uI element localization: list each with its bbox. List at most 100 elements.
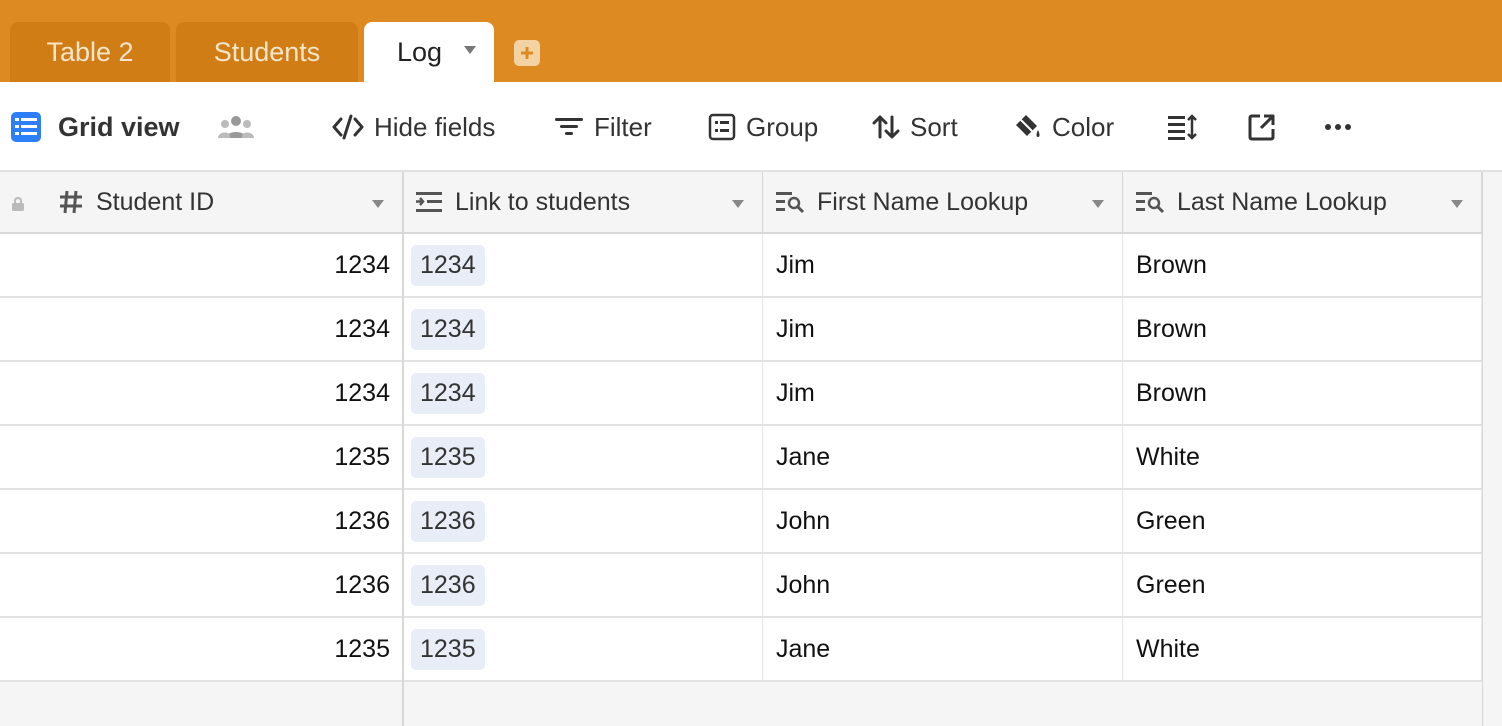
table-row[interactable]: 1235 1235 Jane White xyxy=(0,618,1482,682)
column-name: Link to students xyxy=(455,187,631,216)
grid-right-gutter xyxy=(1482,172,1502,726)
column-header-first-name-lookup[interactable]: First Name Lookup xyxy=(763,172,1123,234)
link-cell[interactable]: 1236 xyxy=(403,490,763,552)
student-id-cell[interactable]: 1234 xyxy=(0,362,403,424)
color-button[interactable]: Color xyxy=(1012,82,1114,172)
grid-footer[interactable] xyxy=(0,682,1482,726)
linked-record-chip[interactable]: 1235 xyxy=(411,628,485,670)
tab-log[interactable]: Log xyxy=(364,22,494,82)
chevron-down-icon[interactable] xyxy=(372,200,384,208)
color-label: Color xyxy=(1052,111,1115,142)
more-options-button[interactable] xyxy=(1324,82,1352,172)
filter-button[interactable]: Filter xyxy=(554,82,652,172)
column-name: Student ID xyxy=(96,187,215,216)
share-view-button[interactable] xyxy=(1248,82,1276,172)
last-name-cell[interactable]: Brown xyxy=(1123,234,1482,296)
column-header-link-to-students[interactable]: Link to students xyxy=(403,172,763,234)
tab-table-2[interactable]: Table 2 xyxy=(10,22,170,82)
link-cell[interactable]: 1236 xyxy=(403,554,763,616)
first-name-cell[interactable]: John xyxy=(763,490,1123,552)
sort-icon xyxy=(872,115,900,139)
view-switcher[interactable]: Grid view xyxy=(10,82,180,172)
add-table-button[interactable] xyxy=(514,40,540,66)
chevron-down-icon[interactable] xyxy=(1451,200,1463,208)
group-button[interactable]: Group xyxy=(708,82,818,172)
table-tab-bar: Table 2 Students Log xyxy=(0,0,1502,82)
last-name-cell[interactable]: White xyxy=(1123,618,1482,680)
student-id-cell[interactable]: 1234 xyxy=(0,234,403,296)
column-name: Last Name Lookup xyxy=(1177,187,1387,216)
chevron-down-icon[interactable] xyxy=(1092,200,1104,208)
lookup-icon xyxy=(1136,192,1165,214)
column-header-student-id[interactable]: Student ID xyxy=(0,172,403,234)
hide-fields-button[interactable]: Hide fields xyxy=(332,82,495,172)
first-name-cell[interactable]: Jane xyxy=(763,618,1123,680)
first-name-cell[interactable]: John xyxy=(763,554,1123,616)
last-name-cell[interactable]: Brown xyxy=(1123,362,1482,424)
table-row[interactable]: 1234 1234 Jim Brown xyxy=(0,362,1482,426)
student-id-cell[interactable]: 1236 xyxy=(0,490,403,552)
collaborators-button[interactable] xyxy=(218,82,254,172)
table-row[interactable]: 1236 1236 John Green xyxy=(0,554,1482,618)
share-icon xyxy=(1248,114,1275,141)
column-name: First Name Lookup xyxy=(817,187,1029,216)
linked-record-chip[interactable]: 1235 xyxy=(411,436,485,478)
plus-icon xyxy=(521,47,533,59)
more-icon xyxy=(1325,124,1351,130)
student-id-cell[interactable]: 1236 xyxy=(0,554,403,616)
filter-icon xyxy=(555,118,583,135)
first-name-cell[interactable]: Jane xyxy=(763,426,1123,488)
view-toolbar: Grid view Hide fields Filter Group Sort … xyxy=(0,82,1502,172)
hide-fields-label: Hide fields xyxy=(374,111,496,142)
last-name-cell[interactable]: Green xyxy=(1123,554,1482,616)
chevron-down-icon[interactable] xyxy=(464,46,476,54)
tab-label: Table 2 xyxy=(46,36,134,67)
last-name-cell[interactable]: White xyxy=(1123,426,1482,488)
chevron-down-icon[interactable] xyxy=(732,200,744,208)
group-icon xyxy=(708,113,736,141)
link-cell[interactable]: 1235 xyxy=(403,618,763,680)
tab-label: Log xyxy=(397,36,443,67)
table-row[interactable]: 1236 1236 John Green xyxy=(0,490,1482,554)
last-name-cell[interactable]: Brown xyxy=(1123,298,1482,360)
link-cell[interactable]: 1235 xyxy=(403,426,763,488)
student-id-cell[interactable]: 1235 xyxy=(0,426,403,488)
row-height-button[interactable] xyxy=(1167,82,1197,172)
row-height-icon xyxy=(1168,114,1197,140)
linked-record-chip[interactable]: 1236 xyxy=(411,500,485,542)
footer-divider xyxy=(402,682,404,726)
link-cell[interactable]: 1234 xyxy=(403,362,763,424)
link-records-icon xyxy=(416,192,442,212)
linked-record-chip[interactable]: 1234 xyxy=(411,308,485,350)
linked-record-chip[interactable]: 1234 xyxy=(411,372,485,414)
student-id-cell[interactable]: 1235 xyxy=(0,618,403,680)
student-id-cell[interactable]: 1234 xyxy=(0,298,403,360)
first-name-cell[interactable]: Jim xyxy=(763,298,1123,360)
linked-record-chip[interactable]: 1236 xyxy=(411,564,485,606)
first-name-cell[interactable]: Jim xyxy=(763,234,1123,296)
column-header-last-name-lookup[interactable]: Last Name Lookup xyxy=(1123,172,1482,234)
tab-students[interactable]: Students xyxy=(176,22,358,82)
lookup-icon xyxy=(776,192,805,214)
table-row[interactable]: 1234 1234 Jim Brown xyxy=(0,298,1482,362)
people-icon xyxy=(218,116,254,138)
sort-label: Sort xyxy=(910,111,958,142)
link-cell[interactable]: 1234 xyxy=(403,234,763,296)
hash-icon xyxy=(60,190,82,214)
hide-fields-icon xyxy=(332,114,364,140)
first-name-cell[interactable]: Jim xyxy=(763,362,1123,424)
tab-label: Students xyxy=(213,36,321,67)
view-name: Grid view xyxy=(58,111,180,142)
lock-icon xyxy=(12,196,24,211)
sort-button[interactable]: Sort xyxy=(872,82,958,172)
filter-label: Filter xyxy=(594,111,652,142)
last-name-cell[interactable]: Green xyxy=(1123,490,1482,552)
table-row[interactable]: 1235 1235 Jane White xyxy=(0,426,1482,490)
frozen-column-divider[interactable] xyxy=(402,172,404,682)
grid-view-icon xyxy=(11,112,41,142)
paint-bucket-icon xyxy=(1016,115,1040,137)
table-row[interactable]: 1234 1234 Jim Brown xyxy=(0,234,1482,298)
link-cell[interactable]: 1234 xyxy=(403,298,763,360)
group-label: Group xyxy=(746,111,819,142)
linked-record-chip[interactable]: 1234 xyxy=(411,244,485,286)
